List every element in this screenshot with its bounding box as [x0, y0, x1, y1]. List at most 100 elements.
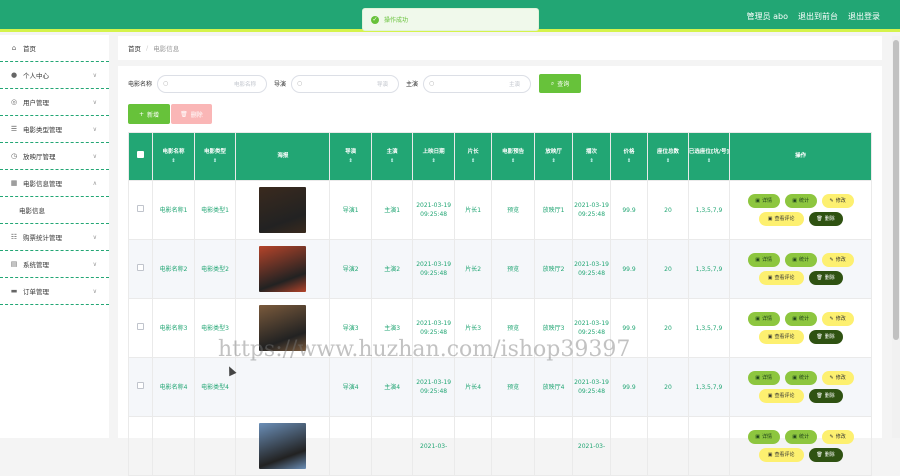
edit-button[interactable]: ✎ 修改 — [821, 312, 854, 326]
sort-icon[interactable]: ⇕ — [648, 157, 687, 166]
detail-button[interactable]: ▣ 详情 — [747, 371, 780, 385]
batch-delete-button[interactable]: 🗑 删除 — [171, 104, 212, 124]
movie-poster[interactable] — [259, 246, 307, 292]
edit-button[interactable]: ✎ 修改 — [821, 430, 854, 444]
scrollbar[interactable] — [892, 36, 900, 438]
view-comments-button[interactable]: ▣ 查看评论 — [758, 271, 804, 285]
sidebar-item-label: 首页 — [23, 45, 36, 53]
column-header[interactable]: 已选座位[坑/号] ⇕ — [687, 132, 731, 181]
search-button[interactable]: ⌕ 查询 — [539, 74, 582, 93]
stats-button[interactable]: ▣ 统计 — [784, 253, 817, 267]
sidebar-subitem[interactable]: 电影信息 — [0, 197, 109, 224]
sort-icon[interactable]: ⇕ — [573, 157, 609, 166]
admin-user: 管理员 abo — [746, 12, 788, 21]
row-select-cell[interactable] — [127, 416, 154, 476]
column-header[interactable]: 片长 ⇕ — [453, 132, 493, 181]
column-header[interactable]: 电影名称 ⇕ — [152, 132, 195, 181]
column-header[interactable]: 导演 ⇕ — [329, 132, 372, 181]
column-header[interactable]: 主演 ⇕ — [370, 132, 414, 181]
detail-button[interactable]: ▣ 详情 — [747, 430, 780, 444]
cell-value[interactable]: 预览 — [507, 266, 519, 273]
sidebar-item[interactable]: ▬ 订单管理 ∨ — [0, 278, 109, 305]
actor-input[interactable]: ○ 主演 — [423, 74, 532, 93]
cell-value[interactable]: 预览 — [507, 325, 519, 332]
sort-icon[interactable]: ⇕ — [492, 157, 534, 166]
sort-icon[interactable]: ⇕ — [535, 157, 572, 166]
column-header[interactable]: 座位总数 ⇕ — [647, 132, 689, 181]
sort-icon[interactable]: ⇕ — [195, 157, 236, 166]
breadcrumb-home[interactable]: 首页 — [128, 43, 141, 53]
table-row[interactable]: 2021-03- 2021-03- ▣ 详情 ▣ 统计 ✎ 修改 ▣ 查看评论 🗑 删除 — [127, 416, 872, 476]
movie-poster[interactable] — [259, 423, 307, 469]
select-all-header[interactable] — [127, 132, 154, 181]
delete-button[interactable]: 🗑 删除 — [808, 271, 843, 285]
column-header[interactable]: 放映厅 ⇕ — [533, 132, 574, 181]
delete-button[interactable]: 🗑 删除 — [808, 389, 843, 403]
stats-button[interactable]: ▣ 统计 — [784, 312, 817, 326]
detail-button[interactable]: ▣ 详情 — [747, 194, 780, 208]
row-select-cell[interactable] — [127, 298, 154, 358]
row-select-cell[interactable] — [127, 239, 154, 299]
sort-icon[interactable]: ⇕ — [611, 157, 647, 166]
logout-link[interactable]: 退出登录 — [848, 11, 880, 22]
select-all-checkbox[interactable] — [137, 151, 145, 158]
column-header[interactable]: 电影类型 ⇕ — [193, 132, 237, 181]
stats-icon: ▣ — [792, 256, 797, 263]
column-header[interactable]: 价格 ⇕ — [609, 132, 649, 181]
column-header-label: 操作 — [795, 153, 807, 159]
row-select-cell[interactable] — [127, 180, 154, 240]
view-comments-button[interactable]: ▣ 查看评论 — [758, 448, 804, 462]
add-button[interactable]: + 新增 — [128, 104, 170, 124]
sidebar-item[interactable]: ☰ 电影类型管理 ∨ — [0, 116, 109, 143]
edit-button[interactable]: ✎ 修改 — [821, 253, 854, 267]
sidebar-item[interactable]: ◷ 放映厅管理 ∨ — [0, 143, 109, 170]
column-header[interactable]: 海报 — [235, 132, 331, 181]
column-header[interactable]: 电影预告 ⇕ — [491, 132, 535, 181]
cell-value[interactable]: 预览 — [507, 384, 519, 391]
detail-button[interactable]: ▣ 详情 — [747, 312, 780, 326]
sort-icon[interactable]: ⇕ — [153, 157, 194, 166]
sort-icon[interactable]: ⇕ — [330, 157, 371, 166]
sidebar-item[interactable]: ⌂ 首页 — [0, 35, 109, 62]
stats-button[interactable]: ▣ 统计 — [784, 371, 817, 385]
cell-value[interactable]: 预览 — [507, 207, 519, 214]
stats-button[interactable]: ▣ 统计 — [784, 430, 817, 444]
delete-button[interactable]: 🗑 删除 — [808, 330, 843, 344]
director-input[interactable]: ○ 导演 — [291, 74, 400, 93]
column-header[interactable]: 上映日期 ⇕ — [412, 132, 455, 181]
row-select-cell[interactable] — [127, 357, 154, 417]
row-checkbox[interactable] — [137, 264, 145, 271]
movie-name-input[interactable]: ○ 电影名称 — [157, 74, 268, 93]
edit-icon: ✎ — [829, 197, 834, 204]
movie-poster[interactable] — [259, 187, 307, 233]
view-comments-button[interactable]: ▣ 查看评论 — [758, 389, 804, 403]
column-header[interactable]: 播次 ⇕ — [572, 132, 611, 181]
detail-button[interactable]: ▣ 详情 — [747, 253, 780, 267]
delete-button[interactable]: 🗑 删除 — [808, 448, 843, 462]
main-content: 首页 / 电影信息 电影名称 ○ 电影名称 导演 ○ 导演 主演 ○ 主演 ⌕ 查询 +… — [118, 36, 882, 476]
table-row[interactable]: 电影名称1 电影类型1 导演1 主演1 2021-03-19 09:25:48 片长1 预览… — [127, 180, 872, 240]
sidebar-item[interactable]: ◎ 用户管理 ∨ — [0, 89, 109, 116]
sort-icon[interactable]: ⇕ — [413, 157, 454, 166]
sidebar-item[interactable]: ▤ 系统管理 ∨ — [0, 251, 109, 278]
sidebar-item[interactable]: ● 个人中心 ∨ — [0, 62, 109, 89]
edit-button[interactable]: ✎ 修改 — [821, 194, 854, 208]
view-comments-button[interactable]: ▣ 查看评论 — [758, 212, 804, 226]
back-to-front-link[interactable]: 退出到前台 — [798, 11, 838, 22]
table-row[interactable]: 电影名称4 电影类型4 导演4 主演4 2021-03-19 09:25:48 片长4 预览… — [127, 357, 872, 417]
row-checkbox[interactable] — [137, 205, 145, 212]
stats-button[interactable]: ▣ 统计 — [784, 194, 817, 208]
sort-icon[interactable]: ⇕ — [372, 157, 413, 166]
sidebar-item[interactable]: ▦ 电影信息管理 ∧ — [0, 170, 109, 197]
row-checkbox[interactable] — [137, 382, 145, 389]
sidebar-item[interactable]: ☷ 购票统计管理 ∨ — [0, 224, 109, 251]
sort-icon[interactable]: ⇕ — [455, 157, 491, 166]
column-header[interactable]: 操作 — [729, 132, 872, 181]
edit-button[interactable]: ✎ 修改 — [821, 371, 854, 385]
view-comments-button[interactable]: ▣ 查看评论 — [758, 330, 804, 344]
delete-button[interactable]: 🗑 删除 — [808, 212, 843, 226]
row-checkbox[interactable] — [137, 323, 145, 330]
sort-icon[interactable]: ⇕ — [689, 157, 730, 166]
table-row[interactable]: 电影名称2 电影类型2 导演2 主演2 2021-03-19 09:25:48 片长2 预览… — [127, 239, 872, 299]
scrollbar-thumb[interactable] — [893, 40, 899, 340]
